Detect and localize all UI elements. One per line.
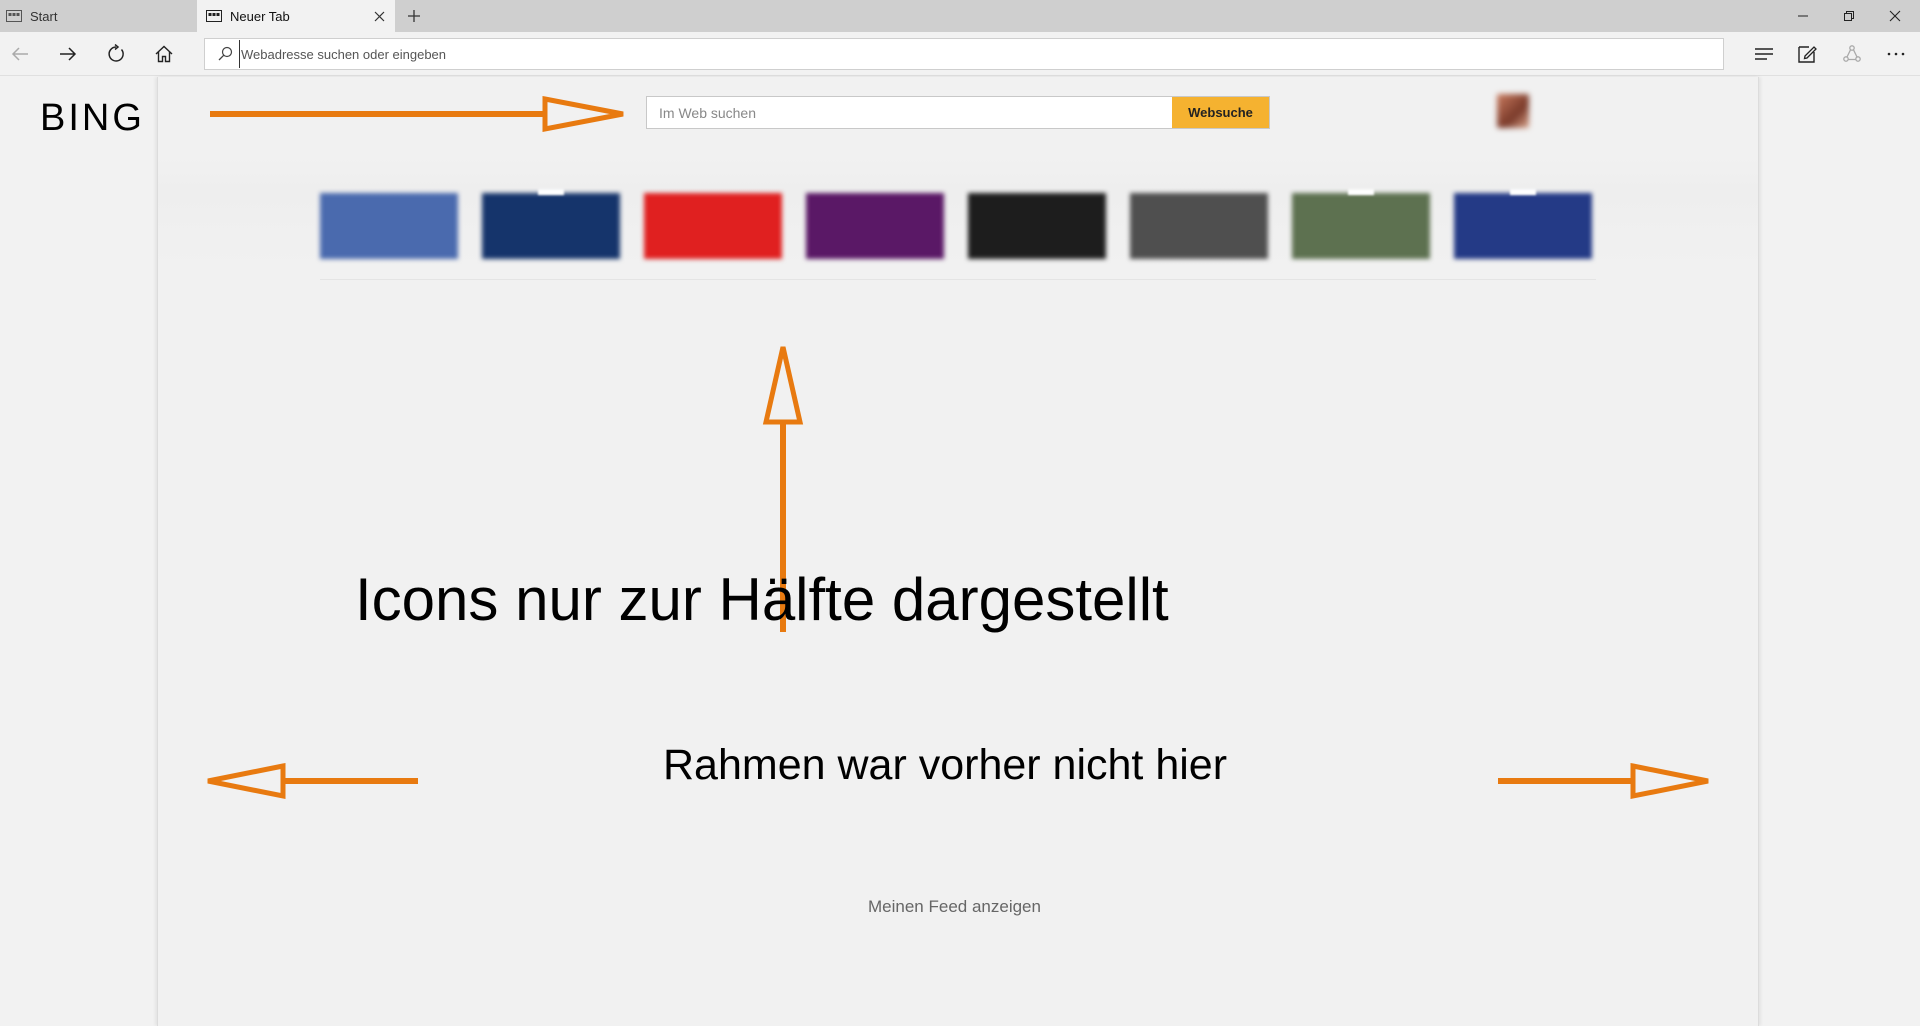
tile-tab-marker xyxy=(1348,189,1374,195)
search-icon xyxy=(218,46,233,61)
avatar[interactable] xyxy=(1497,94,1529,128)
page-content: BING Websuche ​ Icons nur zur Hälfte dar… xyxy=(0,77,1920,1026)
tab-neuer-tab-label: Neuer Tab xyxy=(230,8,290,24)
restore-button[interactable] xyxy=(1826,0,1872,32)
bing-logo[interactable]: BING xyxy=(40,97,145,140)
close-icon xyxy=(374,11,384,21)
show-feed-link[interactable]: Meinen Feed anzeigen xyxy=(868,897,1041,917)
hub-icon xyxy=(1755,48,1773,60)
web-note-icon xyxy=(1798,46,1817,63)
close-icon xyxy=(1889,10,1901,22)
back-button[interactable] xyxy=(7,41,33,67)
top-site-tile[interactable] xyxy=(320,193,458,259)
tab-bar: Start Neuer Tab xyxy=(0,0,1920,32)
arrow-right-icon xyxy=(60,47,77,61)
tiles-divider xyxy=(320,279,1596,280)
top-site-tile[interactable] xyxy=(644,193,782,259)
top-site-tile[interactable] xyxy=(806,193,944,259)
address-bar[interactable] xyxy=(204,38,1724,70)
top-site-tile[interactable] xyxy=(1454,193,1592,259)
tab-start-label: Start xyxy=(30,8,58,24)
annotation-arrow-right xyxy=(1498,762,1709,800)
top-site-tile[interactable] xyxy=(968,193,1106,259)
tab-page-icon xyxy=(206,10,222,22)
web-search-box: Websuche xyxy=(646,96,1270,129)
web-search-input[interactable] xyxy=(647,97,1172,128)
tab-page-icon xyxy=(6,10,22,22)
annotation-arrow-left xyxy=(207,762,418,800)
annotation-icons-text: Icons nur zur Hälfte dargestellt xyxy=(355,566,1169,633)
share-icon xyxy=(1843,45,1861,62)
refresh-button[interactable] xyxy=(103,41,129,67)
home-icon xyxy=(155,45,173,63)
navigation-bar xyxy=(0,32,1920,76)
web-search-button[interactable]: Websuche xyxy=(1172,97,1269,128)
annotation-arrow-right-bing xyxy=(210,95,624,133)
restore-icon xyxy=(1844,11,1854,21)
tab-close-button[interactable] xyxy=(371,8,387,24)
tab-neuer-tab[interactable]: Neuer Tab xyxy=(197,0,395,32)
hub-button[interactable] xyxy=(1751,41,1777,67)
user-account[interactable]: ​ xyxy=(1487,93,1529,129)
close-window-button[interactable] xyxy=(1872,0,1918,32)
forward-button[interactable] xyxy=(55,41,81,67)
share-button[interactable] xyxy=(1839,41,1865,67)
tab-start[interactable]: Start xyxy=(0,0,197,32)
tile-tab-marker xyxy=(538,189,564,195)
more-icon xyxy=(1887,52,1905,56)
refresh-icon xyxy=(108,44,124,62)
top-site-tile[interactable] xyxy=(1130,193,1268,259)
top-site-tile[interactable] xyxy=(1292,193,1430,259)
minimize-button[interactable] xyxy=(1780,0,1826,32)
minimize-icon xyxy=(1798,15,1808,17)
address-input[interactable] xyxy=(239,40,1639,68)
tile-tab-marker xyxy=(1510,189,1536,195)
home-button[interactable] xyxy=(151,41,177,67)
web-note-button[interactable] xyxy=(1794,41,1820,67)
arrow-left-icon xyxy=(11,47,28,61)
new-tab-button[interactable] xyxy=(404,6,424,26)
plus-icon xyxy=(408,10,420,22)
top-sites-tiles xyxy=(320,189,1600,259)
annotation-frame-text: Rahmen war vorher nicht hier xyxy=(663,741,1228,789)
more-button[interactable] xyxy=(1883,41,1909,67)
top-site-tile[interactable] xyxy=(482,193,620,259)
